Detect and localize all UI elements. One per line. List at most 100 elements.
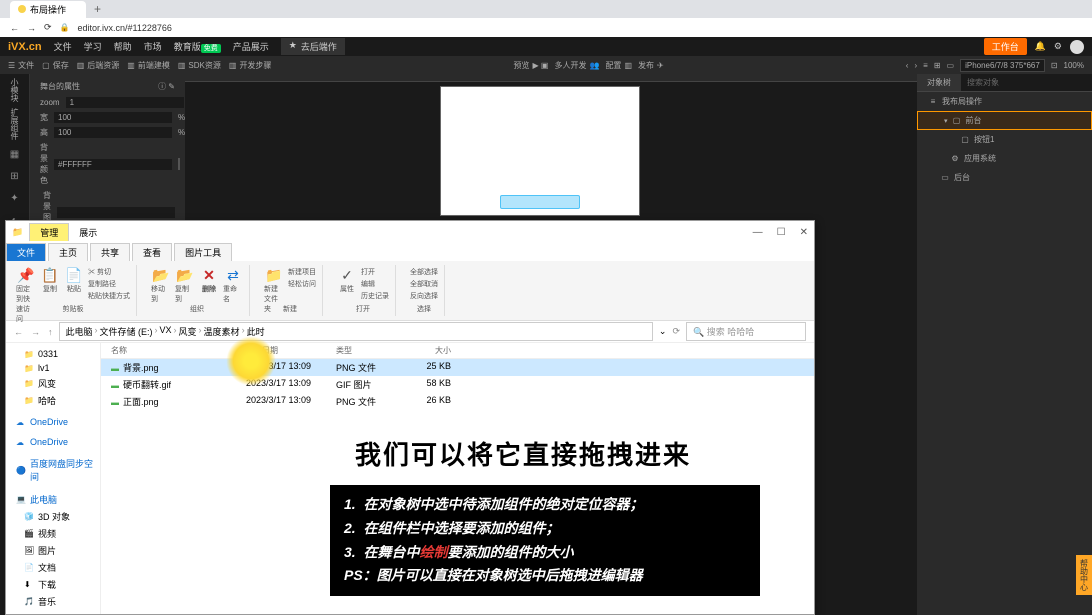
bc-seg-fb[interactable]: 风变 [179, 325, 197, 338]
tool-backend[interactable]: ▥ 后端资源 [77, 60, 120, 71]
obj-item-backend[interactable]: ▭ 后台 [917, 168, 1092, 187]
pin-icon[interactable]: 📌固定到快速访问 [16, 267, 36, 295]
bc-seg-drive[interactable]: 文件存储 (E:) [100, 325, 153, 338]
bc-up-icon[interactable]: ↑ [48, 327, 53, 337]
tool-icon-1[interactable]: ▦ [7, 146, 23, 162]
tool-publish[interactable]: 发布 ✈ [638, 60, 664, 71]
tool-save[interactable]: ▢ 保存 [42, 60, 69, 71]
device-select[interactable]: iPhone6/7/8 375*667 [960, 59, 1045, 72]
sb-quick-0331[interactable]: 📁0331 [6, 347, 100, 361]
settings-icon[interactable]: ⚙ [1054, 41, 1062, 52]
obj-item-system[interactable]: ⚙ 应用系统 [917, 149, 1092, 168]
screen-icon[interactable]: ▭ [947, 61, 955, 70]
workspace-button[interactable]: 工作台 [984, 38, 1027, 55]
sb-baidu[interactable]: 🔵百度网盘同步空间 [6, 455, 100, 485]
stage-phone[interactable] [440, 86, 640, 216]
newitem-button[interactable]: 新建项目 [288, 267, 316, 277]
sb-thispc[interactable]: 💻此电脑 [6, 491, 100, 508]
copy-path-button[interactable]: 复制路径 [88, 279, 130, 289]
stage-button[interactable]: ★ 去后端作 [281, 38, 345, 55]
open-button[interactable]: 打开 [361, 267, 389, 277]
menu-help[interactable]: 帮助 [114, 40, 132, 53]
col-size[interactable]: 大小 [401, 345, 451, 356]
tool-multi[interactable]: 多人开发 👥 [554, 60, 599, 71]
copyto-icon[interactable]: 📂复制到 [175, 267, 195, 295]
invert-button[interactable]: 反向选择 [410, 291, 438, 301]
maximize-icon[interactable]: ☐ [777, 227, 786, 238]
menu-tab-share[interactable]: 共享 [90, 243, 130, 261]
file-row-bg[interactable]: ▬背景.png 2023/3/17 13:09 PNG 文件 25 KB [101, 359, 814, 376]
stage-button-widget[interactable] [500, 195, 580, 209]
object-tree-search[interactable]: 搜索对象 [961, 74, 1092, 91]
edit-button[interactable]: 编辑 [361, 279, 389, 289]
avatar[interactable] [1070, 40, 1084, 54]
newfolder-icon[interactable]: 📁新建文件夹 [264, 267, 284, 295]
breadcrumb-path[interactable]: 此电脑› 文件存储 (E:)› VX› 风变› 温度素材› 此时 [59, 322, 653, 341]
nav-prev-icon[interactable]: ‹ [906, 61, 909, 70]
prop-height-input[interactable] [54, 127, 172, 138]
tool-file[interactable]: ☰ 文件 [8, 60, 34, 71]
paste-icon[interactable]: 📄粘贴 [64, 267, 84, 295]
browser-tab[interactable]: 布局操作 [10, 1, 86, 18]
file-row-coin[interactable]: ▬硬币翻转.gif 2023/3/17 13:09 GIF 图片 58 KB [101, 376, 814, 393]
sb-pc-desktop[interactable]: 🖥桌面 [6, 610, 100, 614]
object-tree-tab[interactable]: 对象树 [917, 74, 961, 91]
menu-tab-file[interactable]: 文件 [6, 243, 46, 261]
zoom-value[interactable]: 100% [1064, 61, 1084, 70]
sb-pc-pics[interactable]: 🖼图片 [6, 542, 100, 559]
new-tab-button[interactable]: + [94, 2, 101, 16]
cut-button[interactable]: ✂ 剪切 [88, 267, 130, 277]
sb-onedrive2[interactable]: ☁OneDrive [6, 435, 100, 449]
sb-pc-3d[interactable]: 🧊3D 对象 [6, 508, 100, 525]
menu-tab-home[interactable]: 主页 [48, 243, 88, 261]
menu-tab-view[interactable]: 查看 [132, 243, 172, 261]
col-type[interactable]: 类型 [336, 345, 401, 356]
menu-product[interactable]: 产品展示 [233, 40, 269, 53]
history-button[interactable]: 历史记录 [361, 291, 389, 301]
selectnone-button[interactable]: 全部取消 [410, 279, 438, 289]
menu-learn[interactable]: 学习 [84, 40, 102, 53]
moveto-icon[interactable]: 📂移动到 [151, 267, 171, 295]
back-icon[interactable]: ← [10, 23, 19, 33]
tool-dev[interactable]: ▥ 开发步骤 [229, 60, 272, 71]
device-icon[interactable]: ⊞ [934, 61, 941, 70]
tool-icon-3[interactable]: ✦ [7, 190, 23, 206]
bc-seg-mat[interactable]: 温度素材 [204, 325, 240, 338]
prop-bgimg-input[interactable] [57, 207, 175, 218]
fit-icon[interactable]: ⊡ [1051, 61, 1058, 70]
selectall-button[interactable]: 全部选择 [410, 267, 438, 277]
bc-forward-icon[interactable]: → [31, 327, 40, 337]
properties-icon[interactable]: ✓属性 [337, 267, 357, 295]
color-swatch[interactable] [178, 158, 180, 170]
rename-icon[interactable]: ⇄重命名 [223, 267, 243, 295]
prop-zoom-input[interactable] [66, 97, 184, 108]
bell-icon[interactable]: 🔔 [1035, 41, 1046, 52]
minimize-icon[interactable]: — [753, 227, 763, 238]
title-tab-manage[interactable]: 管理 [29, 223, 69, 241]
tool-preview[interactable]: 预览 ▶ ▣ [514, 60, 549, 71]
close-icon[interactable]: ✕ [800, 227, 808, 238]
sb-quick-haha[interactable]: 📁哈哈 [6, 392, 100, 409]
obj-item-frontend[interactable]: ▾ ▢ 前台 [917, 111, 1092, 130]
menu-edu[interactable]: 教育版免费 [174, 40, 221, 53]
bc-dropdown-icon[interactable]: ⌄ [659, 326, 667, 337]
align-icon[interactable]: ≡ [923, 61, 928, 70]
bc-seg-vx[interactable]: VX [160, 325, 172, 338]
tool-config[interactable]: 配置 ▥ [605, 60, 632, 71]
menu-market[interactable]: 市场 [144, 40, 162, 53]
prop-width-input[interactable] [54, 112, 172, 123]
breadcrumb-search[interactable]: 🔍 搜索 哈哈哈 [686, 322, 806, 341]
refresh-icon[interactable]: ⟳ [672, 326, 680, 337]
file-row-front[interactable]: ▬正面.png 2023/3/17 13:09 PNG 文件 26 KB [101, 393, 814, 410]
sb-quick-lv1[interactable]: 📁lv1 [6, 361, 100, 375]
paste-shortcut-button[interactable]: 粘贴快捷方式 [88, 291, 130, 301]
menu-tab-pictools[interactable]: 图片工具 [174, 243, 232, 261]
bc-back-icon[interactable]: ← [14, 327, 23, 337]
sb-quick-fb[interactable]: 📁风变 [6, 375, 100, 392]
delete-icon[interactable]: ✕删除 [199, 267, 219, 295]
sb-pc-dl[interactable]: ⬇下载 [6, 576, 100, 593]
tool-icon-2[interactable]: ⊞ [7, 168, 23, 184]
sb-pc-docs[interactable]: 📄文档 [6, 559, 100, 576]
bc-seg-pc[interactable]: 此电脑 [66, 325, 93, 338]
reload-icon[interactable]: ⟳ [44, 22, 52, 33]
